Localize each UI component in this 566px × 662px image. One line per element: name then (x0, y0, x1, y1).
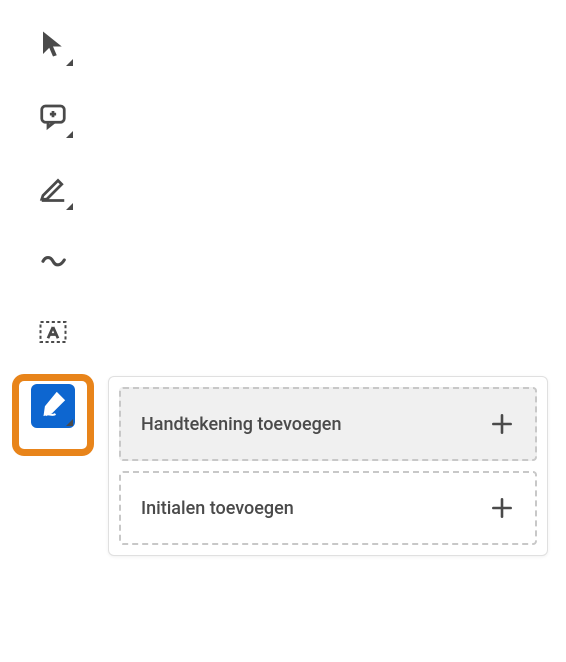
add-signature-label: Handtekening toevoegen (141, 414, 341, 435)
add-signature-item[interactable]: Handtekening toevoegen (119, 387, 537, 461)
comment-icon (38, 101, 68, 135)
text-box-tool[interactable] (31, 312, 75, 356)
plus-icon (489, 495, 515, 521)
highlight-tool[interactable] (31, 168, 75, 212)
add-initials-label: Initialen toevoegen (141, 498, 294, 519)
plus-icon (489, 411, 515, 437)
pen-nib-icon (38, 389, 68, 423)
add-initials-item[interactable]: Initialen toevoegen (119, 471, 537, 545)
toolbar (22, 24, 84, 428)
selection-tool[interactable] (31, 24, 75, 68)
text-box-icon (38, 317, 68, 351)
comment-tool[interactable] (31, 96, 75, 140)
cursor-icon (38, 29, 68, 63)
sign-tool[interactable] (31, 384, 75, 428)
freehand-icon (38, 245, 68, 279)
marker-icon (38, 173, 68, 207)
sign-popover: Handtekening toevoegen Initialen toevoeg… (108, 376, 548, 556)
draw-tool[interactable] (31, 240, 75, 284)
